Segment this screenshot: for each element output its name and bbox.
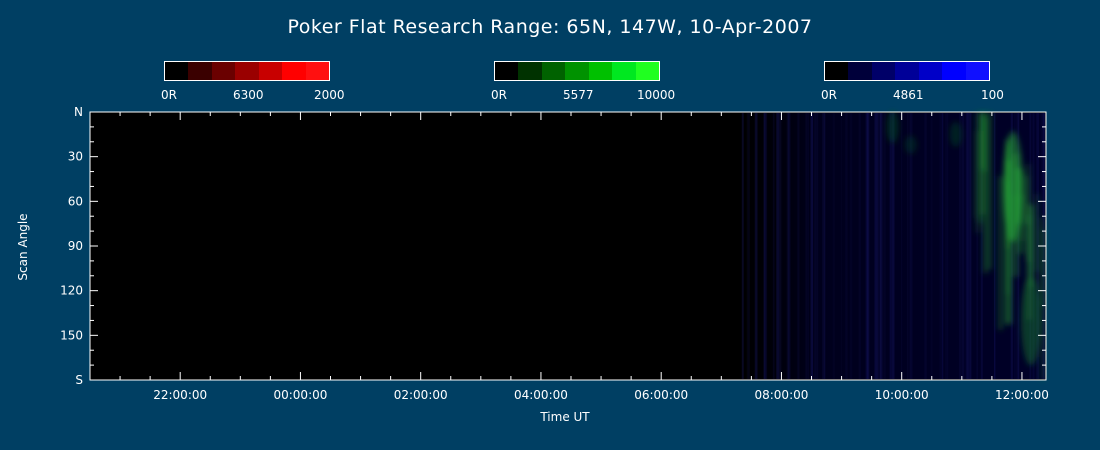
blue-streak xyxy=(746,113,749,379)
blue-streak xyxy=(883,113,886,379)
blue-streak xyxy=(788,113,791,379)
blue-streak xyxy=(993,113,996,379)
x-axis-title: Time UT xyxy=(540,410,590,424)
blue-streak xyxy=(781,113,783,379)
blue-streak xyxy=(945,113,947,379)
green-streak xyxy=(1023,175,1029,225)
blue-streak xyxy=(961,113,965,379)
blue-streak xyxy=(772,113,775,379)
green-patch xyxy=(904,135,917,154)
keogram-plot: 22:00:00 00:00:00 02:00:00 04:00:00 06:00:00… xyxy=(60,105,1049,402)
blue-streak xyxy=(748,113,750,379)
blue-streak xyxy=(849,113,853,379)
green-patch xyxy=(886,110,899,144)
blue-streak xyxy=(824,113,826,379)
blue-streak xyxy=(805,113,808,379)
blue-streak xyxy=(959,113,961,379)
y-tick-label: 60 xyxy=(68,194,83,208)
green-streak xyxy=(1040,229,1045,380)
green-streak xyxy=(981,113,987,172)
x-tick-label: 12:00:00 xyxy=(995,388,1049,402)
blue-streak xyxy=(966,113,969,379)
green-peak xyxy=(1002,131,1023,242)
blue-streak xyxy=(810,113,813,379)
green-streak xyxy=(985,112,993,270)
blue-streak xyxy=(755,113,758,379)
blue-streak xyxy=(858,113,861,379)
green-tail xyxy=(1020,275,1041,366)
blue-streak xyxy=(845,113,848,379)
blue-streak xyxy=(776,113,779,379)
x-tick-label: 10:00:00 xyxy=(875,388,929,402)
y-tick-label: 120 xyxy=(60,284,83,298)
x-tick-label: 08:00:00 xyxy=(754,388,808,402)
blue-streak xyxy=(807,113,809,379)
blue-streak xyxy=(930,113,933,379)
blue-streak xyxy=(875,113,878,379)
blue-streak xyxy=(816,113,819,379)
blue-streak xyxy=(797,113,800,379)
x-tick-label: 06:00:00 xyxy=(634,388,688,402)
blue-streak xyxy=(901,113,903,379)
green-patch xyxy=(949,121,962,147)
blue-streak xyxy=(814,113,817,379)
blue-streak xyxy=(867,113,870,379)
blue-streak xyxy=(778,113,782,379)
blue-streak xyxy=(840,113,842,379)
y-tick-label: 150 xyxy=(60,328,83,342)
blue-streak xyxy=(924,113,927,379)
x-tick-label: 00:00:00 xyxy=(273,388,327,402)
green-streak xyxy=(975,130,981,233)
y-tick-label: N xyxy=(74,105,83,119)
blue-streak xyxy=(892,113,895,379)
green-streak xyxy=(1035,193,1040,272)
blue-streak xyxy=(765,113,768,379)
blue-streak xyxy=(969,113,972,379)
x-tick-label: 04:00:00 xyxy=(514,388,568,402)
blue-streak xyxy=(741,113,744,379)
blue-streak xyxy=(879,113,883,379)
x-tick-label: 22:00:00 xyxy=(153,388,207,402)
y-axis-title: Scan Angle xyxy=(16,213,30,281)
blue-streak xyxy=(890,113,893,379)
y-tick-label: S xyxy=(75,373,83,387)
blue-streak xyxy=(946,113,949,379)
blue-streak xyxy=(941,113,944,379)
x-tick-label: 02:00:00 xyxy=(394,388,448,402)
blue-streak xyxy=(939,113,941,379)
green-streak xyxy=(997,176,1004,330)
blue-streak xyxy=(832,113,835,379)
y-tick-label: 30 xyxy=(68,150,83,164)
y-tick-label: 90 xyxy=(68,239,83,253)
